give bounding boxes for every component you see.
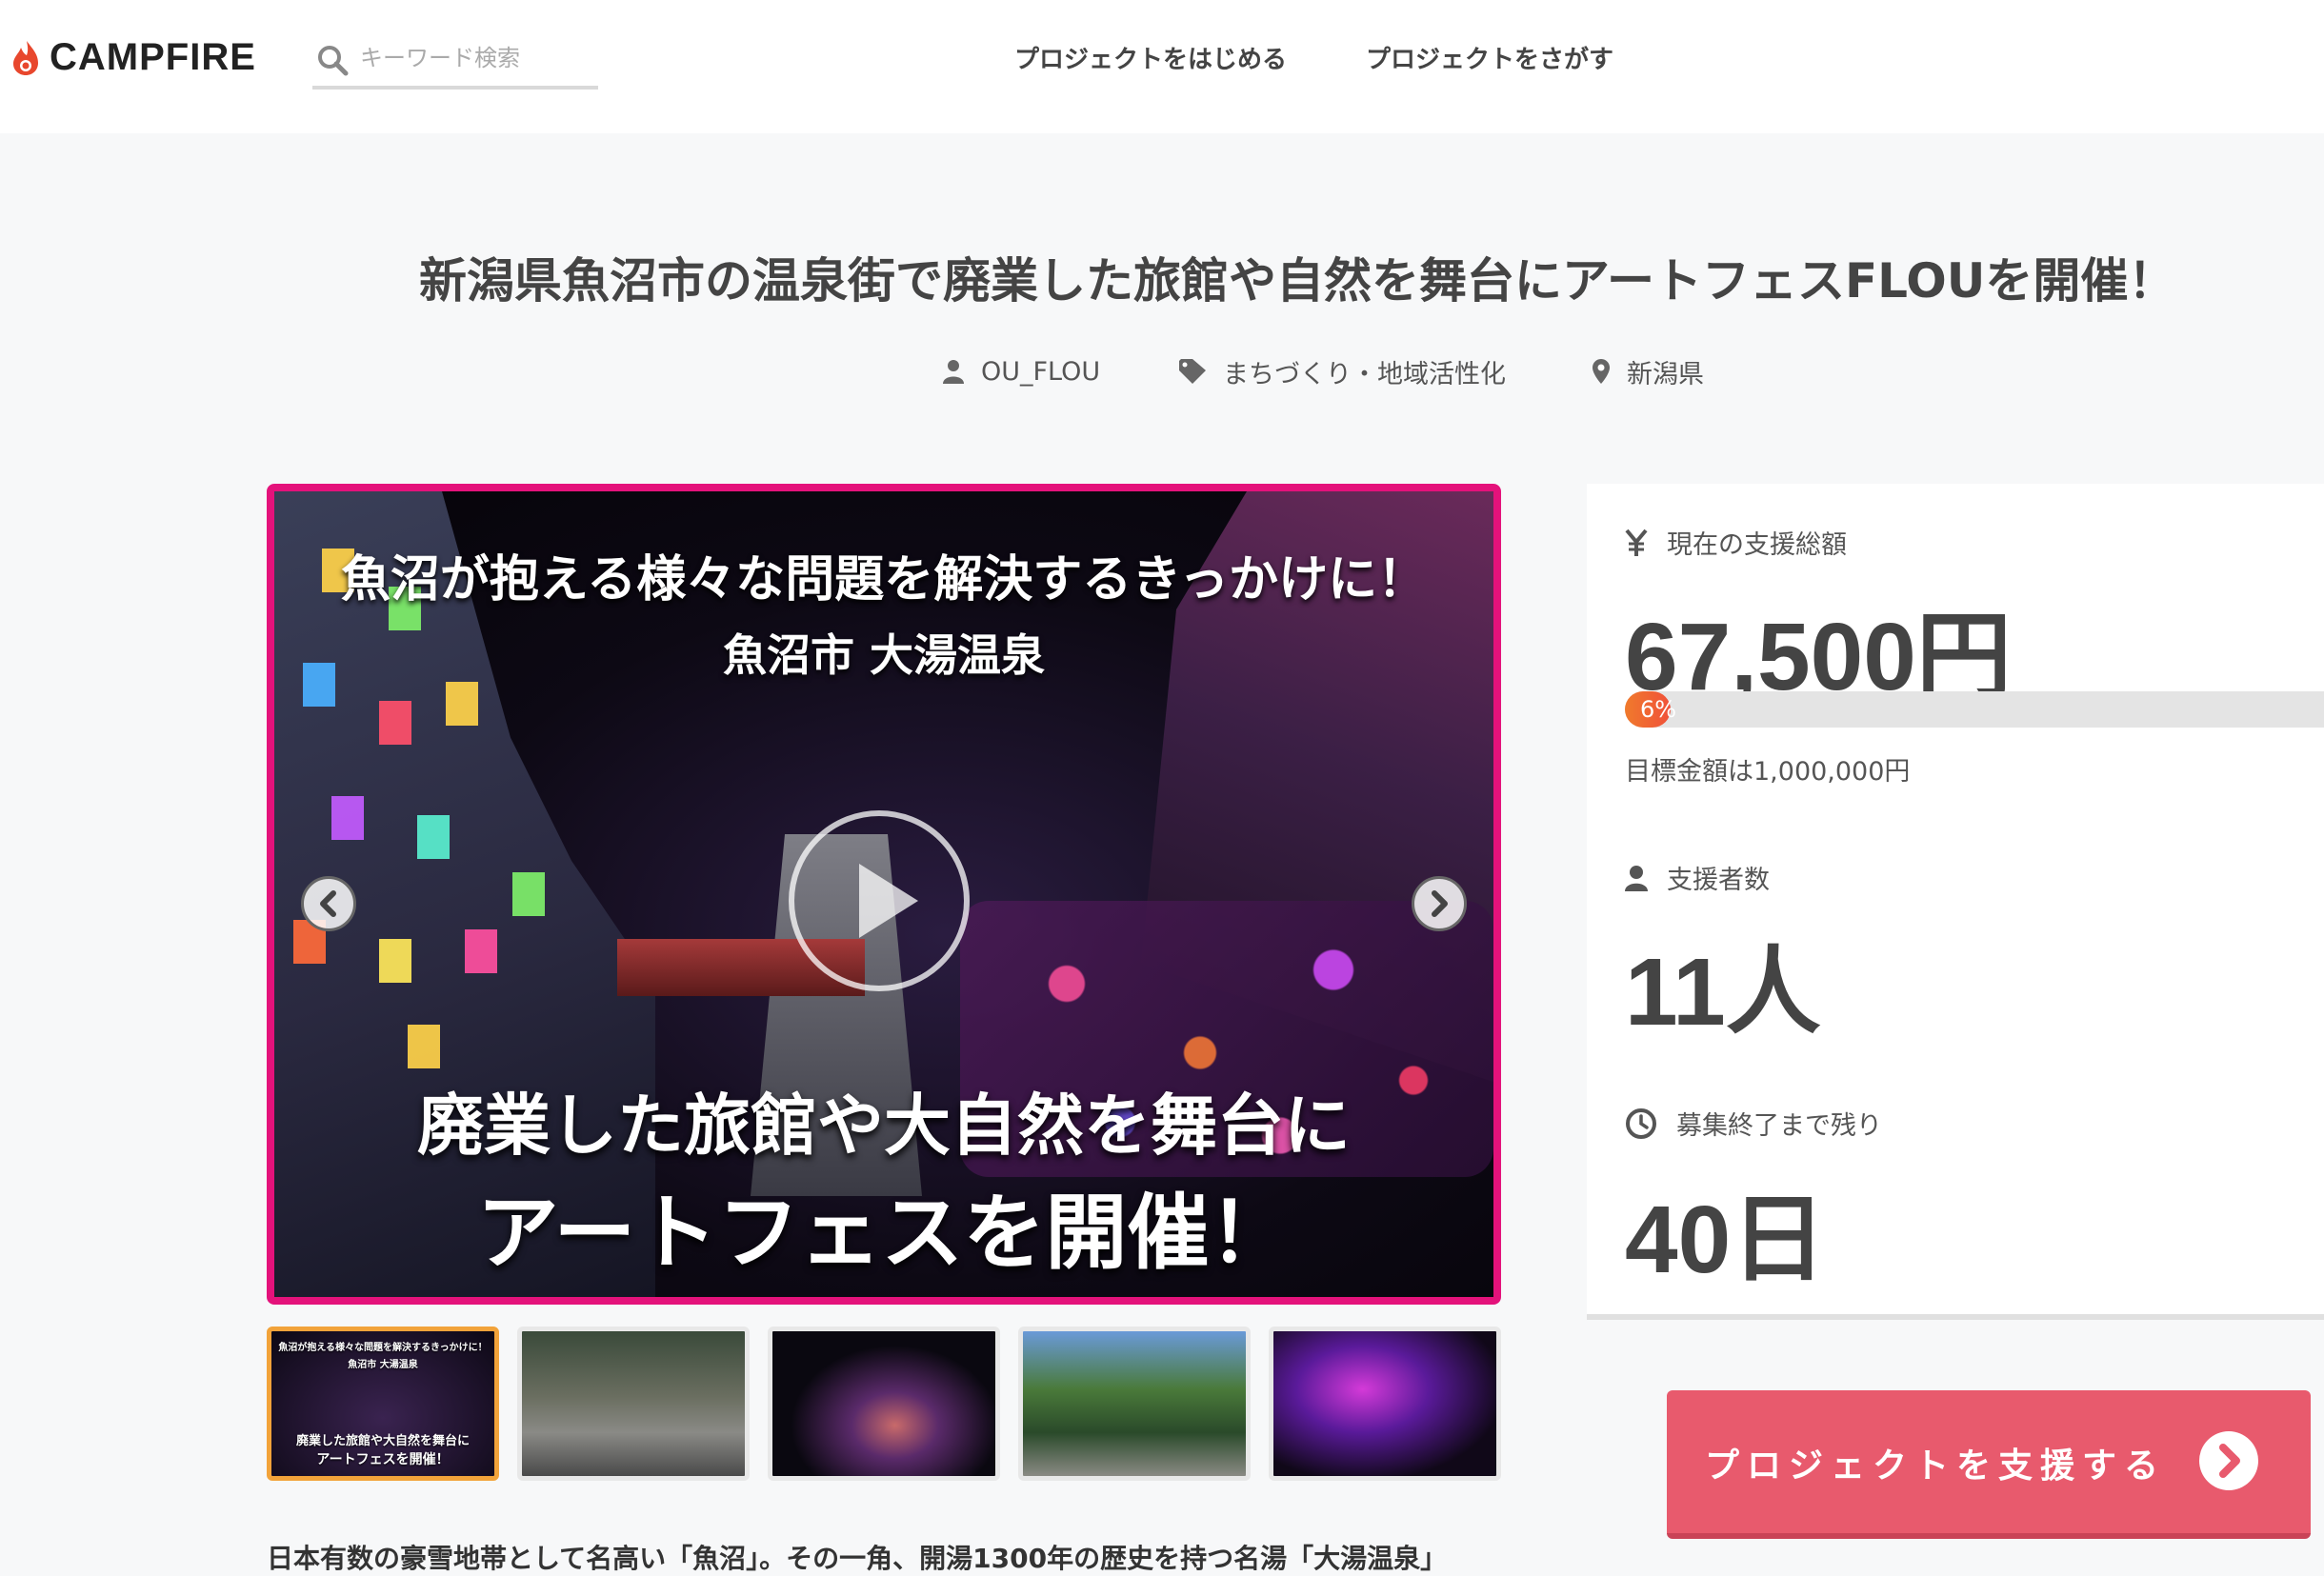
map-pin-icon	[1593, 359, 1610, 384]
thumbnail-caption-main2: アートフェスを開催！	[316, 1452, 450, 1467]
visual-caption-line1: 廃業した旅館や大自然を舞台に	[417, 1087, 1351, 1165]
window-light	[446, 682, 478, 726]
thumbnail-5[interactable]	[1269, 1327, 1501, 1481]
funding-progress-bar: 6%	[1625, 691, 2324, 728]
project-description-start: 日本有数の豪雪地帯として名高い「魚沼」。その一角、開湯1300年の歴史を持つ名湯…	[267, 1543, 1448, 1574]
window-light	[512, 872, 545, 916]
search-input[interactable]	[358, 38, 591, 78]
funding-label-text: 現在の支援総額	[1667, 530, 1847, 560]
thumbnail-4[interactable]	[1018, 1327, 1251, 1481]
arrow-right-circle-icon	[2199, 1431, 2258, 1490]
tag-icon	[1179, 359, 1206, 384]
carousel-next-button[interactable]	[1412, 876, 1467, 931]
window-light	[379, 701, 411, 745]
remaining-label-text: 募集終了まで残り	[1676, 1111, 1882, 1141]
carousel-prev-button[interactable]	[301, 876, 356, 931]
project-location-link[interactable]: 新潟県	[1593, 352, 1704, 390]
nav-start-project[interactable]: プロジェクトをはじめる	[1014, 40, 1287, 75]
funding-label: 現在の支援総額	[1625, 524, 1847, 561]
window-light	[379, 939, 411, 983]
search-icon[interactable]	[316, 44, 349, 76]
visual-subheading: 魚沼市 大湯温泉	[722, 629, 1045, 681]
logo-text: CAMPFIRE	[50, 36, 256, 78]
window-light	[417, 815, 450, 859]
funding-stats-panel: 現在の支援総額 67,500円 6% 目標金額は1,000,000円 支援者数 …	[1587, 484, 2324, 1320]
window-light	[331, 796, 364, 840]
supporters-count: 11人	[1625, 939, 1821, 1046]
search-box	[312, 36, 598, 90]
goal-amount: 目標金額は1,000,000円	[1625, 757, 1911, 787]
thumbnail-strip: 魚沼が抱える様々な問題を解決するきっかけに！ 魚沼市 大湯温泉 廃業した旅館や大…	[267, 1327, 1501, 1481]
nav-find-project[interactable]: プロジェクトをさがす	[1366, 40, 1613, 75]
project-owner-link[interactable]: OU_FLOU	[943, 352, 1100, 390]
user-icon	[943, 360, 964, 384]
user-icon	[1625, 865, 1648, 891]
project-category-link[interactable]: まちづくり・地域活性化	[1179, 352, 1506, 390]
window-light	[465, 929, 497, 973]
category-name: まちづくり・地域活性化	[1223, 359, 1506, 389]
main-visual[interactable]: 魚沼が抱える様々な問題を解決するきっかけに！ 魚沼市 大湯温泉 廃業した旅館や大…	[267, 484, 1501, 1305]
thumbnail-1[interactable]: 魚沼が抱える様々な問題を解決するきっかけに！ 魚沼市 大湯温泉 廃業した旅館や大…	[267, 1327, 499, 1481]
chevron-left-icon	[320, 890, 336, 917]
window-light	[408, 1025, 440, 1068]
campfire-logo[interactable]: CAMPFIRE	[11, 36, 256, 79]
yen-icon	[1625, 529, 1648, 556]
chevron-right-icon	[1432, 890, 1448, 917]
support-button-label: プロジェクトを支援する	[1705, 1446, 2167, 1486]
flame-icon	[13, 40, 38, 75]
support-project-button[interactable]: プロジェクトを支援する	[1667, 1390, 2311, 1539]
visual-heading: 魚沼が抱える様々な問題を解決するきっかけに！	[340, 550, 1428, 608]
thumbnail-3[interactable]	[768, 1327, 1000, 1481]
project-title: 新潟県魚沼市の温泉街で廃業した旅館や自然を舞台にアートフェスFLOUを開催！	[419, 253, 2176, 309]
thumbnail-caption-sub: 魚沼市 大湯温泉	[348, 1360, 418, 1370]
supporters-label: 支援者数	[1625, 859, 1770, 896]
supporters-label-text: 支援者数	[1667, 866, 1770, 895]
clock-icon	[1626, 1107, 1656, 1139]
site-header: CAMPFIRE プロジェクトをはじめる プロジェクトをさがす	[0, 0, 2324, 133]
funding-progress-fill: 6%	[1625, 691, 1676, 728]
thumbnail-caption-small: 魚沼が抱える様々な問題を解決するきっかけに！	[278, 1343, 488, 1353]
owner-name: OU_FLOU	[981, 356, 1101, 387]
play-icon	[859, 864, 918, 938]
location-name: 新潟県	[1627, 359, 1704, 389]
play-video-button[interactable]	[789, 810, 970, 991]
thumbnail-caption-main1: 廃業した旅館や大自然を舞台に	[295, 1434, 470, 1448]
remaining-label: 募集終了まで残り	[1625, 1105, 1882, 1142]
visual-caption-line2: アートフェスを開催！	[476, 1186, 1292, 1281]
thumbnail-2[interactable]	[517, 1327, 750, 1481]
remaining-days: 40日	[1625, 1187, 1827, 1293]
progress-percent-text: 6%	[1640, 696, 1677, 723]
